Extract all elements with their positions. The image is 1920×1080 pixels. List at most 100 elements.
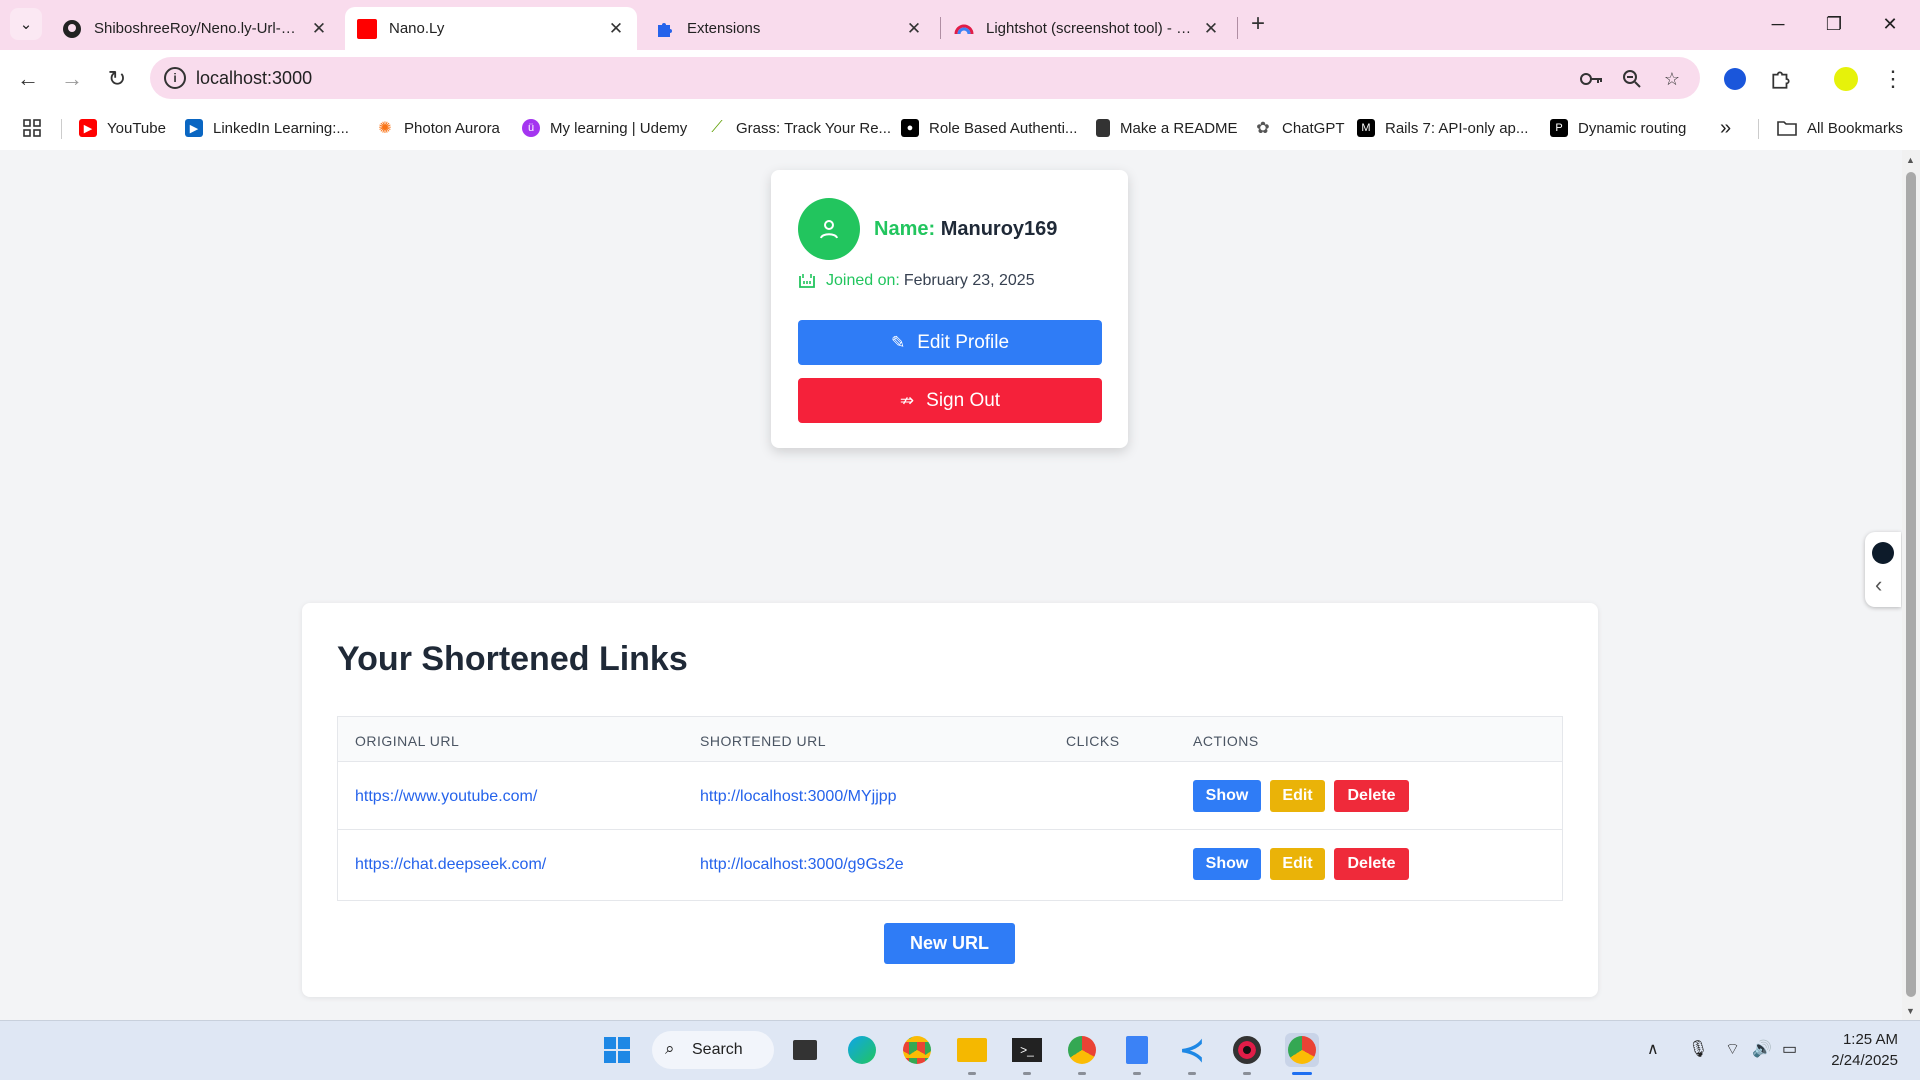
delete-button[interactable]: Delete (1334, 848, 1409, 880)
bookmark-linkedin-learning[interactable]: ▶ LinkedIn Learning:... (185, 116, 349, 140)
joined-label: Joined on: (826, 272, 900, 289)
scroll-up-arrow[interactable]: ▲ (1906, 155, 1915, 165)
page-scrollbar[interactable]: ▲ ▼ (1902, 150, 1920, 1020)
original-url-link[interactable]: https://www.youtube.com/ (355, 788, 537, 806)
chrome-profile-icon[interactable] (1065, 1033, 1099, 1067)
bookmark-make-a-readme[interactable]: Make a README (1096, 116, 1238, 140)
back-button[interactable]: ← (11, 62, 45, 96)
apps-grid-icon[interactable] (22, 116, 42, 140)
tab-title: Lightshot (screenshot tool) - Ch (986, 20, 1194, 37)
joined-row: Joined on: February 23, 2025 (798, 272, 1035, 290)
udemy-icon: ü (522, 119, 540, 137)
edit-button[interactable]: Edit (1270, 848, 1325, 880)
forward-button[interactable]: → (55, 62, 89, 96)
bookmark-dynamic-routing[interactable]: P Dynamic routing (1550, 116, 1686, 140)
edge-icon[interactable] (845, 1033, 879, 1067)
bookmark-star-icon[interactable]: ☆ (1660, 67, 1684, 91)
zoom-icon[interactable] (1620, 67, 1644, 91)
chrome-icon[interactable] (900, 1033, 934, 1067)
bookmark-chatgpt[interactable]: ✿ ChatGPT (1254, 116, 1345, 140)
reload-button[interactable]: ↻ (100, 62, 134, 96)
more-menu-icon[interactable]: ⋮ (1876, 62, 1910, 96)
bookmark-grass[interactable]: ⟋ Grass: Track Your Re... (708, 116, 891, 140)
edit-button[interactable]: Edit (1270, 780, 1325, 812)
file-explorer-icon[interactable] (955, 1033, 989, 1067)
sign-out-button[interactable]: ⇏ Sign Out (798, 378, 1102, 423)
bookmark-label: YouTube (107, 119, 166, 137)
chrome-active-icon[interactable] (1285, 1033, 1319, 1067)
tab-lightshot[interactable]: Lightshot (screenshot tool) - Ch ✕ (942, 7, 1232, 50)
taskbar-search[interactable]: ⌕ Search (652, 1031, 774, 1069)
profile-avatar-icon[interactable] (1829, 62, 1863, 96)
microphone-icon[interactable]: 🎙 (1688, 1039, 1708, 1059)
extension-dot-icon[interactable] (1872, 542, 1894, 564)
bookmark-photon-aurora[interactable]: ✺ Photon Aurora (376, 116, 500, 140)
vscode-icon[interactable]: ≺ (1175, 1033, 1209, 1067)
bookmark-label: ChatGPT (1282, 119, 1345, 137)
sign-out-label: Sign Out (926, 389, 1001, 411)
chevron-left-icon[interactable]: ‹ (1875, 572, 1882, 598)
links-title: Your Shortened Links (337, 640, 688, 678)
scroll-down-arrow[interactable]: ▼ (1906, 1006, 1915, 1016)
bookmark-divider (1758, 119, 1759, 139)
shortened-url-link[interactable]: http://localhost:3000/MYjjpp (700, 788, 897, 806)
recorder-icon[interactable] (1230, 1033, 1264, 1067)
site-info-icon[interactable]: i (164, 67, 186, 89)
show-button[interactable]: Show (1193, 780, 1261, 812)
tab-extensions[interactable]: Extensions ✕ (643, 7, 935, 50)
show-hidden-icons-chevron-icon[interactable]: ∧ (1647, 1039, 1659, 1059)
battery-icon[interactable]: ▭ (1782, 1039, 1797, 1059)
medium-icon: ● (901, 119, 919, 137)
extensions-puzzle-icon[interactable] (1764, 62, 1798, 96)
tab-nano-ly[interactable]: Nano.Ly ✕ (345, 7, 637, 50)
close-tab-icon[interactable]: ✕ (607, 19, 625, 39)
close-tab-icon[interactable]: ✕ (1202, 19, 1220, 39)
github-icon (63, 19, 81, 38)
bookmark-udemy[interactable]: ü My learning | Udemy (522, 116, 687, 140)
profile-name: Name: Manuroy169 (874, 218, 1057, 241)
tab-github[interactable]: ShiboshreeRoy/Neno.ly-Url-Sho ✕ (50, 7, 340, 50)
bookmark-label: Dynamic routing (1578, 119, 1687, 137)
running-indicator (1188, 1072, 1196, 1075)
terminal-icon[interactable]: >_ (1010, 1033, 1044, 1067)
tab-search-dropdown-button[interactable]: ⌄ (10, 8, 42, 40)
tab-title: ShiboshreeRoy/Neno.ly-Url-Sho (94, 20, 302, 37)
scrollbar-thumb[interactable] (1906, 172, 1916, 997)
bookmark-youtube[interactable]: ▶ YouTube (79, 116, 166, 140)
document-icon (1096, 119, 1110, 137)
system-clock[interactable]: 1:25 AM 2/24/2025 (1818, 1029, 1898, 1071)
bookmark-label: LinkedIn Learning:... (213, 119, 349, 137)
notepad-icon[interactable] (1120, 1033, 1154, 1067)
windows-start-icon[interactable] (600, 1033, 634, 1067)
address-url[interactable]: localhost:3000 (196, 68, 312, 89)
all-bookmarks-button[interactable]: All Bookmarks (1777, 116, 1903, 140)
close-window-button[interactable]: ✕ (1862, 6, 1918, 42)
folder-icon (1777, 121, 1797, 136)
extension-icon[interactable] (1718, 62, 1752, 96)
new-tab-button[interactable]: + (1245, 10, 1271, 38)
bookmark-role-based-auth[interactable]: ● Role Based Authenti... (901, 116, 1077, 140)
restore-button[interactable]: ❐ (1806, 6, 1862, 42)
close-tab-icon[interactable]: ✕ (310, 19, 328, 39)
more-bookmarks-button[interactable]: » (1720, 116, 1731, 140)
p-icon: P (1550, 119, 1568, 137)
shortened-url-link[interactable]: http://localhost:3000/g9Gs2e (700, 856, 904, 874)
address-bar[interactable]: i localhost:3000 ☆ (150, 57, 1700, 99)
show-button[interactable]: Show (1193, 848, 1261, 880)
bookmark-rails-7[interactable]: M Rails 7: API-only ap... (1357, 116, 1528, 140)
active-indicator (1292, 1072, 1312, 1075)
wifi-icon[interactable]: ⌔ (1725, 1039, 1740, 1059)
edit-profile-button[interactable]: ✎ Edit Profile (798, 320, 1102, 365)
delete-button[interactable]: Delete (1334, 780, 1409, 812)
header-actions: ACTIONS (1193, 733, 1259, 749)
task-view-icon[interactable] (788, 1033, 822, 1067)
side-extension-widget[interactable]: ‹ (1865, 532, 1901, 607)
password-key-icon[interactable] (1580, 67, 1604, 91)
new-url-button[interactable]: New URL (884, 923, 1015, 964)
close-tab-icon[interactable]: ✕ (905, 19, 923, 39)
original-url-link[interactable]: https://chat.deepseek.com/ (355, 856, 546, 874)
minimize-button[interactable]: ─ (1750, 6, 1806, 42)
volume-icon[interactable]: 🔊 (1752, 1039, 1772, 1059)
bookmark-label: Photon Aurora (404, 119, 500, 137)
tab-separator (940, 17, 941, 39)
